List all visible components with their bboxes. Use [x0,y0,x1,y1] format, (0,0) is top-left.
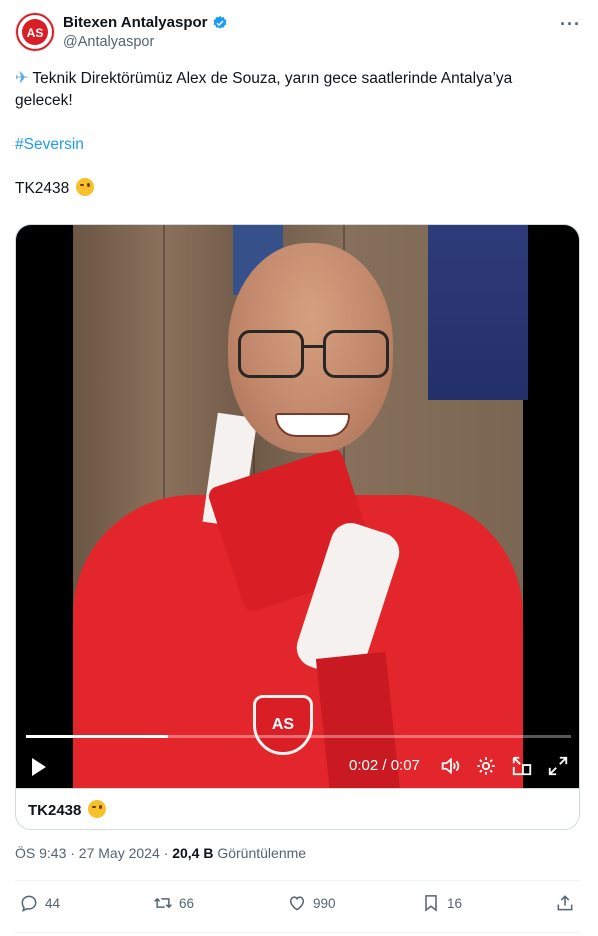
tweet-header: AS Bitexen Antalyaspor @Antalyaspor ··· [15,12,585,56]
caption-text: TK2438 [28,802,82,819]
repost-count: 66 [179,895,195,911]
repost-button[interactable]: 66 [153,893,194,913]
pip-icon[interactable] [511,755,533,777]
reply-button[interactable]: 44 [19,893,60,913]
avatar[interactable]: AS [15,12,55,52]
video-player[interactable]: AS 0:02 / 0:07 [16,225,579,788]
divider [15,932,580,933]
tweet-meta: ÖS 9:43 · 27 May 2024 · 20,4 B Görüntüle… [15,845,306,861]
repost-icon [154,897,172,909]
hashtag-link[interactable]: #Seversin [15,134,585,156]
like-button[interactable]: 990 [287,893,336,913]
verified-icon [212,15,226,29]
media-card: AS 0:02 / 0:07 TK2438 [15,224,580,830]
account-name[interactable]: Bitexen Antalyaspor [63,14,208,31]
media-caption: TK2438 [16,788,579,829]
video-time: 0:02 / 0:07 [349,757,420,774]
club-logo-icon: AS [16,13,54,51]
tweet-text: ✈ Teknik Direktörümüz Alex de Souza, yarı… [15,68,585,200]
volume-icon[interactable] [439,755,461,777]
fullscreen-icon[interactable] [547,755,569,777]
avatar-text: AS [27,26,44,40]
share-button[interactable] [555,893,575,913]
divider [15,880,580,881]
bookmark-button[interactable]: 16 [421,893,462,913]
wink-emoji-icon [87,800,106,818]
airplane-icon: ✈ [15,70,29,87]
share-icon [557,895,573,911]
bookmark-icon [425,895,437,912]
tweet-line-1: Teknik Direktörümüz Alex de Souza, yarın… [32,70,513,87]
video-frame: AS [73,225,528,788]
tweet-line-2: gelecek! [15,92,73,109]
shirt-badge: AS [253,695,313,755]
action-bar: 44 66 990 16 [15,893,580,919]
like-icon [289,896,305,911]
flight-code: TK2438 [15,180,70,197]
views-label: Görüntülenme [217,845,307,861]
video-progress-fill [26,735,168,738]
settings-icon[interactable] [475,755,497,777]
bookmark-count: 16 [447,895,463,911]
like-count: 990 [313,895,336,911]
timestamp[interactable]: ÖS 9:43 · 27 May 2024 · [15,845,172,861]
reply-icon [21,895,37,912]
more-icon[interactable]: ··· [560,14,581,35]
wink-emoji-icon [75,178,94,196]
account-info: Bitexen Antalyaspor @Antalyaspor [63,14,228,50]
view-count: 20,4 B [172,845,214,861]
video-progress-bar[interactable] [26,735,571,738]
play-icon[interactable] [30,757,48,777]
reply-count: 44 [45,895,61,911]
account-handle[interactable]: @Antalyaspor [63,34,228,50]
